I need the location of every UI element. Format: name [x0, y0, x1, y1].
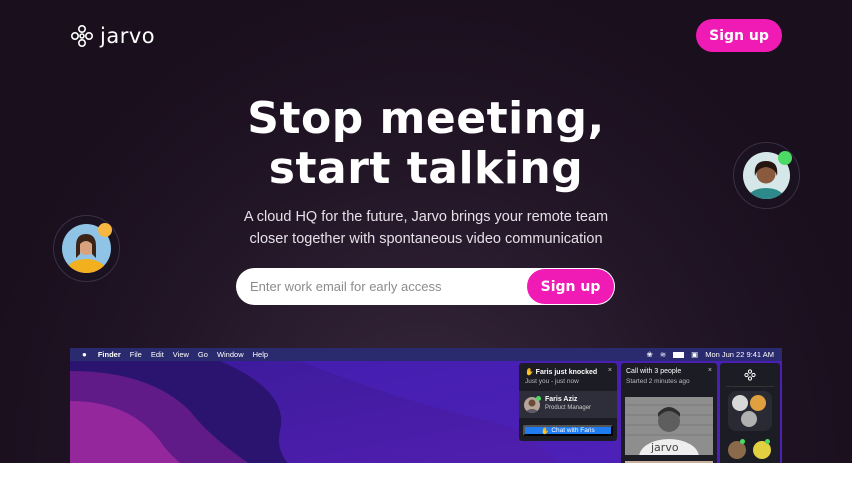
- jarvo-logo[interactable]: jarvo: [70, 24, 155, 48]
- avatar-bubble-left: [53, 215, 120, 282]
- dock-status-dot: [740, 439, 745, 444]
- dock-avatar: [741, 411, 757, 427]
- header-signup-button[interactable]: Sign up: [696, 19, 782, 52]
- chat-button-label: Chat with Faris: [551, 427, 595, 434]
- headline-line-1: Stop meeting,: [247, 93, 605, 144]
- shirt-logo-text: jarvo: [651, 441, 679, 454]
- online-status-dot: [778, 151, 792, 165]
- email-input[interactable]: [250, 268, 520, 305]
- person-name: Faris Aziz: [545, 396, 578, 403]
- menubar-datetime: Mon Jun 22 9:41 AM: [705, 350, 774, 359]
- wave-icon: ✋: [525, 369, 534, 376]
- knock-time: Just you - just now: [525, 378, 579, 385]
- chat-with-button[interactable]: ✋ Chat with Faris: [523, 425, 613, 436]
- knock-title: ✋ Faris just knocked: [525, 368, 597, 376]
- menu-go[interactable]: Go: [198, 350, 208, 359]
- jarvo-tray-icon[interactable]: ❀: [647, 350, 653, 359]
- close-icon[interactable]: ×: [608, 367, 612, 374]
- dock-avatar: [750, 395, 766, 411]
- dock-group-avatars[interactable]: [728, 391, 772, 431]
- jarvo-flower-icon[interactable]: [744, 369, 756, 381]
- page-below-fold: [0, 463, 852, 492]
- menu-file[interactable]: File: [130, 350, 142, 359]
- video-tile-man[interactable]: jarvo: [625, 397, 713, 455]
- hero-section: jarvo Sign up Stop meeting, start talkin…: [0, 0, 852, 463]
- battery-icon[interactable]: [673, 351, 685, 358]
- call-panel: Call with 3 people × Started 2 minutes a…: [621, 363, 717, 463]
- menu-edit[interactable]: Edit: [151, 350, 164, 359]
- avatar-bubble-right: [733, 142, 800, 209]
- away-status-dot: [98, 223, 112, 237]
- call-time: Started 2 minutes ago: [626, 378, 690, 385]
- hero-headline: Stop meeting, start talking: [0, 94, 852, 194]
- logo-text: jarvo: [100, 24, 156, 48]
- knock-title-text: Faris just knocked: [535, 369, 598, 376]
- user-icon[interactable]: ▣: [691, 350, 698, 359]
- dock-avatar: [732, 395, 748, 411]
- mac-menubar: ● Finder File Edit View Go Window Help ❀…: [70, 348, 782, 361]
- hero-subtitle: A cloud HQ for the future, Jarvo brings …: [243, 209, 609, 247]
- jarvo-people-dock: [720, 363, 780, 463]
- dock-status-dot: [765, 439, 770, 444]
- call-title: Call with 3 people: [626, 368, 682, 375]
- menu-finder[interactable]: Finder: [98, 350, 121, 359]
- jarvo-flower-icon: [70, 24, 94, 48]
- apple-icon[interactable]: ●: [82, 350, 87, 359]
- person-online-dot: [536, 396, 541, 401]
- person-role: Product Manager: [545, 405, 592, 411]
- wifi-icon[interactable]: ≋: [660, 350, 666, 359]
- knock-notification: ✋ Faris just knocked × Just you - just n…: [519, 363, 617, 441]
- menu-help[interactable]: Help: [253, 350, 268, 359]
- form-signup-button[interactable]: Sign up: [527, 269, 614, 304]
- mac-screen-mockup: ● Finder File Edit View Go Window Help ❀…: [70, 348, 782, 463]
- chat-wave-icon: ✋: [541, 427, 550, 435]
- email-signup-form: Sign up: [236, 268, 615, 305]
- menu-window[interactable]: Window: [217, 350, 244, 359]
- dock-divider: [726, 386, 774, 387]
- menu-view[interactable]: View: [173, 350, 189, 359]
- headline-line-2: start talking: [268, 143, 584, 194]
- close-icon[interactable]: ×: [708, 367, 712, 374]
- menubar-status: ❀ ≋ ▣ Mon Jun 22 9:41 AM: [647, 348, 774, 361]
